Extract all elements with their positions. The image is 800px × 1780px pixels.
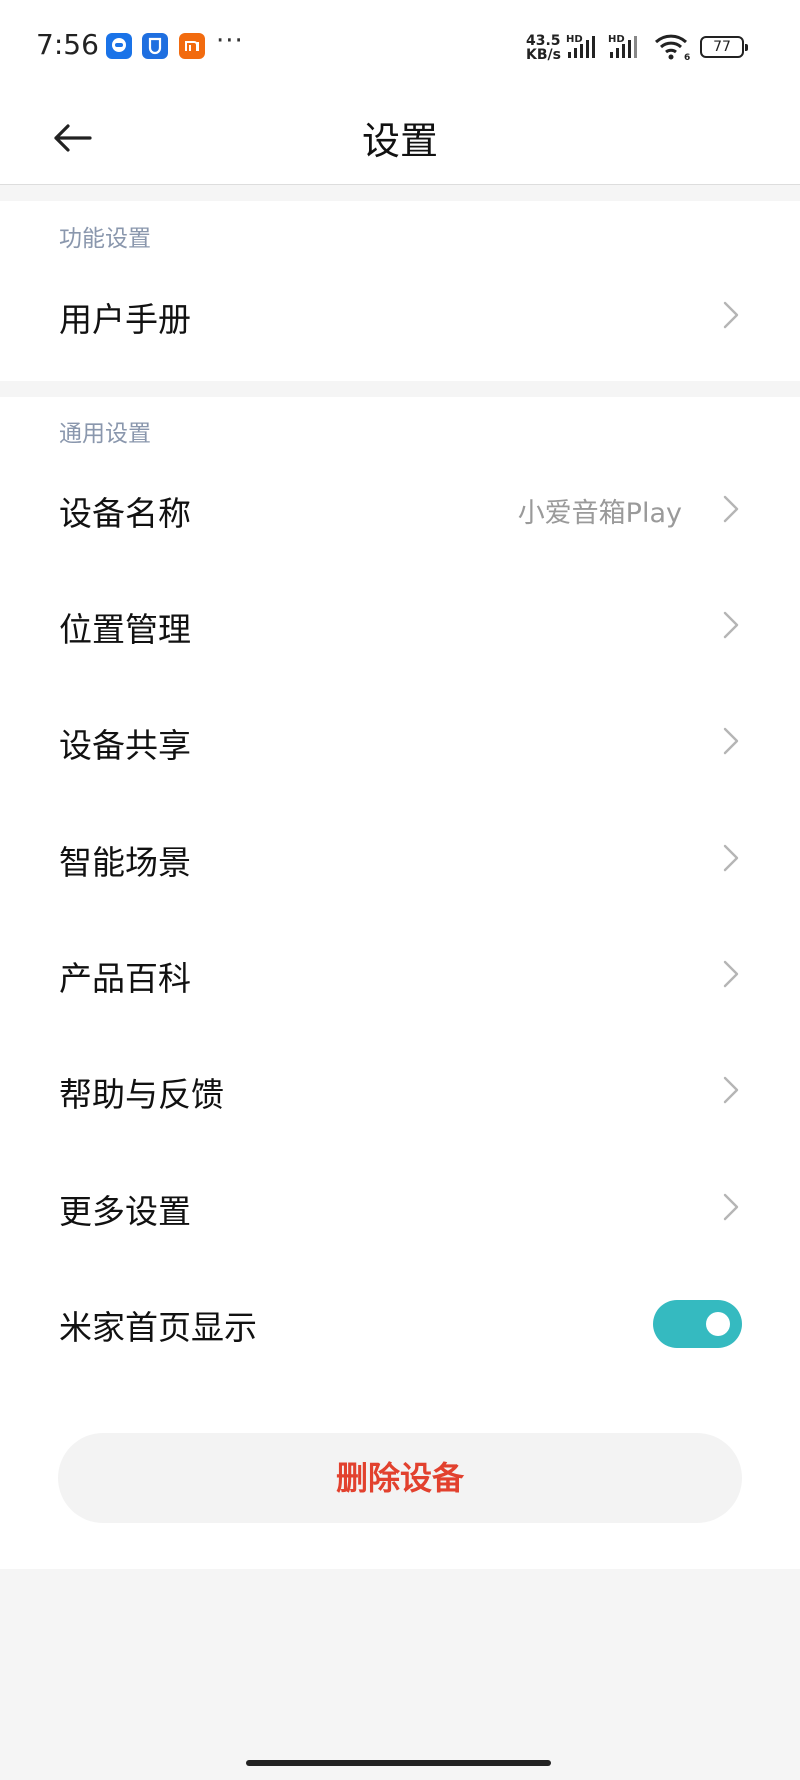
status-bar: 7:56 ··· 43.5 KB/s HD HD 6 77 [0, 0, 800, 92]
settings-item-location[interactable]: 位置管理 [0, 567, 800, 683]
hd-label-2: HD [608, 34, 625, 45]
settings-item-label: 设备名称 [59, 494, 191, 533]
hd-label-1: HD [566, 34, 583, 45]
settings-item-label: 位置管理 [59, 610, 191, 649]
wifi-icon: 6 [652, 32, 692, 66]
chevron-right-icon [723, 611, 739, 639]
more-notifications-icon: ··· [216, 26, 244, 56]
chevron-right-icon [723, 301, 739, 329]
battery-indicator: 77 [700, 36, 748, 58]
chevron-right-icon [723, 844, 739, 872]
home-indicator[interactable] [246, 1760, 551, 1766]
network-speed-unit: KB/s [526, 47, 561, 63]
settings-item-label: 更多设置 [59, 1192, 191, 1231]
settings-item-label: 智能场景 [59, 843, 191, 882]
toggle-knob [706, 1312, 730, 1336]
settings-item-label: 设备共享 [59, 726, 191, 765]
settings-item-label: 帮助与反馈 [59, 1075, 224, 1114]
settings-item-device-sharing[interactable]: 设备共享 [0, 683, 800, 799]
settings-item-product-wiki[interactable]: 产品百科 [0, 916, 800, 1032]
cell-signal-2-icon: HD [608, 32, 644, 64]
chevron-right-icon [723, 495, 739, 523]
settings-item-user-manual[interactable]: 用户手册 [0, 257, 800, 373]
status-time: 7:56 [36, 28, 99, 61]
settings-item-smart-scenes[interactable]: 智能场景 [0, 800, 800, 916]
app-header: 设置 [0, 92, 800, 185]
settings-item-label: 用户手册 [59, 300, 191, 339]
mi-app-icon [179, 33, 205, 59]
general-settings-section: 通用设置 设备名称 小爱音箱Play 位置管理 设备共享 智能场景 产品百科 帮… [0, 397, 800, 1569]
section-title: 功能设置 [59, 226, 151, 252]
settings-item-help-feedback[interactable]: 帮助与反馈 [0, 1032, 800, 1148]
wifi-label: 6 [684, 53, 690, 62]
page-title: 设置 [361, 119, 438, 163]
chevron-right-icon [723, 1193, 739, 1221]
settings-item-home-display: 米家首页显示 [0, 1265, 800, 1381]
home-display-toggle[interactable] [653, 1300, 742, 1348]
device-name-value: 小爱音箱Play [517, 498, 682, 529]
cell-signal-1-icon: HD [566, 32, 602, 64]
settings-item-label: 米家首页显示 [59, 1308, 257, 1347]
delete-device-button[interactable]: 删除设备 [58, 1433, 742, 1523]
robot-app-icon [106, 33, 132, 59]
settings-item-more-settings[interactable]: 更多设置 [0, 1149, 800, 1265]
chevron-right-icon [723, 960, 739, 988]
network-speed: 43.5 KB/s [526, 34, 561, 62]
chevron-right-icon [723, 727, 739, 755]
settings-item-label: 产品百科 [59, 959, 191, 998]
function-settings-section: 功能设置 用户手册 [0, 201, 800, 381]
chevron-right-icon [723, 1076, 739, 1104]
shield-app-icon [142, 33, 168, 59]
section-title: 通用设置 [59, 421, 151, 447]
settings-item-device-name[interactable]: 设备名称 小爱音箱Play [0, 451, 800, 567]
